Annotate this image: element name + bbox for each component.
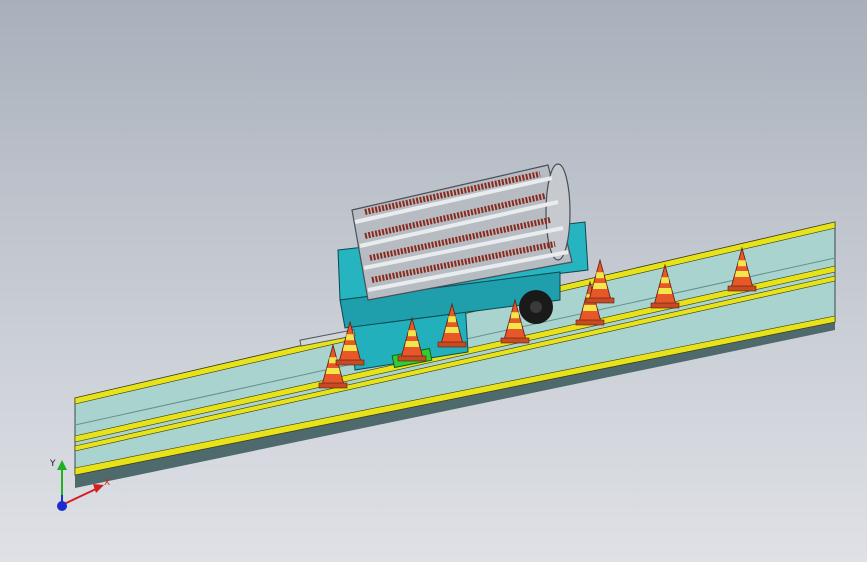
triad-y-arrow (57, 460, 67, 470)
cone-stripe (595, 272, 605, 279)
cone-stripe (345, 334, 355, 341)
cone-stripe (510, 312, 520, 319)
cone-base (437, 341, 467, 348)
cone-base (500, 337, 530, 344)
triad-y-label: Y (49, 459, 56, 469)
cone-base (318, 382, 348, 389)
cone-base (585, 297, 615, 304)
cone-stripe (507, 323, 523, 329)
cone-stripe (447, 316, 457, 323)
cone-stripe (444, 327, 460, 333)
cone-stripe (734, 271, 750, 277)
triad-x-label: X (104, 478, 110, 488)
cone-base (335, 359, 365, 366)
cone-stripe (342, 345, 358, 351)
triad-x-axis (61, 487, 99, 506)
cone-stripe (660, 277, 670, 284)
cone-base (727, 285, 757, 292)
cone-stripe (404, 341, 420, 347)
triad-x-arrow (93, 484, 104, 493)
cone-stripe (407, 330, 417, 337)
model-scene[interactable]: Y X (0, 0, 867, 562)
cone-stripe (325, 368, 341, 374)
cone-base (650, 302, 680, 309)
cone-stripe (657, 288, 673, 294)
cone-stripe (582, 305, 598, 311)
cone-stripe (592, 283, 608, 289)
cad-viewport[interactable]: Y X (0, 0, 867, 562)
cone-base (575, 319, 605, 326)
cone-base (397, 355, 427, 362)
cart-wheel-hub (530, 301, 542, 313)
cone-stripe (737, 260, 747, 267)
triad-z-dot (57, 501, 67, 511)
